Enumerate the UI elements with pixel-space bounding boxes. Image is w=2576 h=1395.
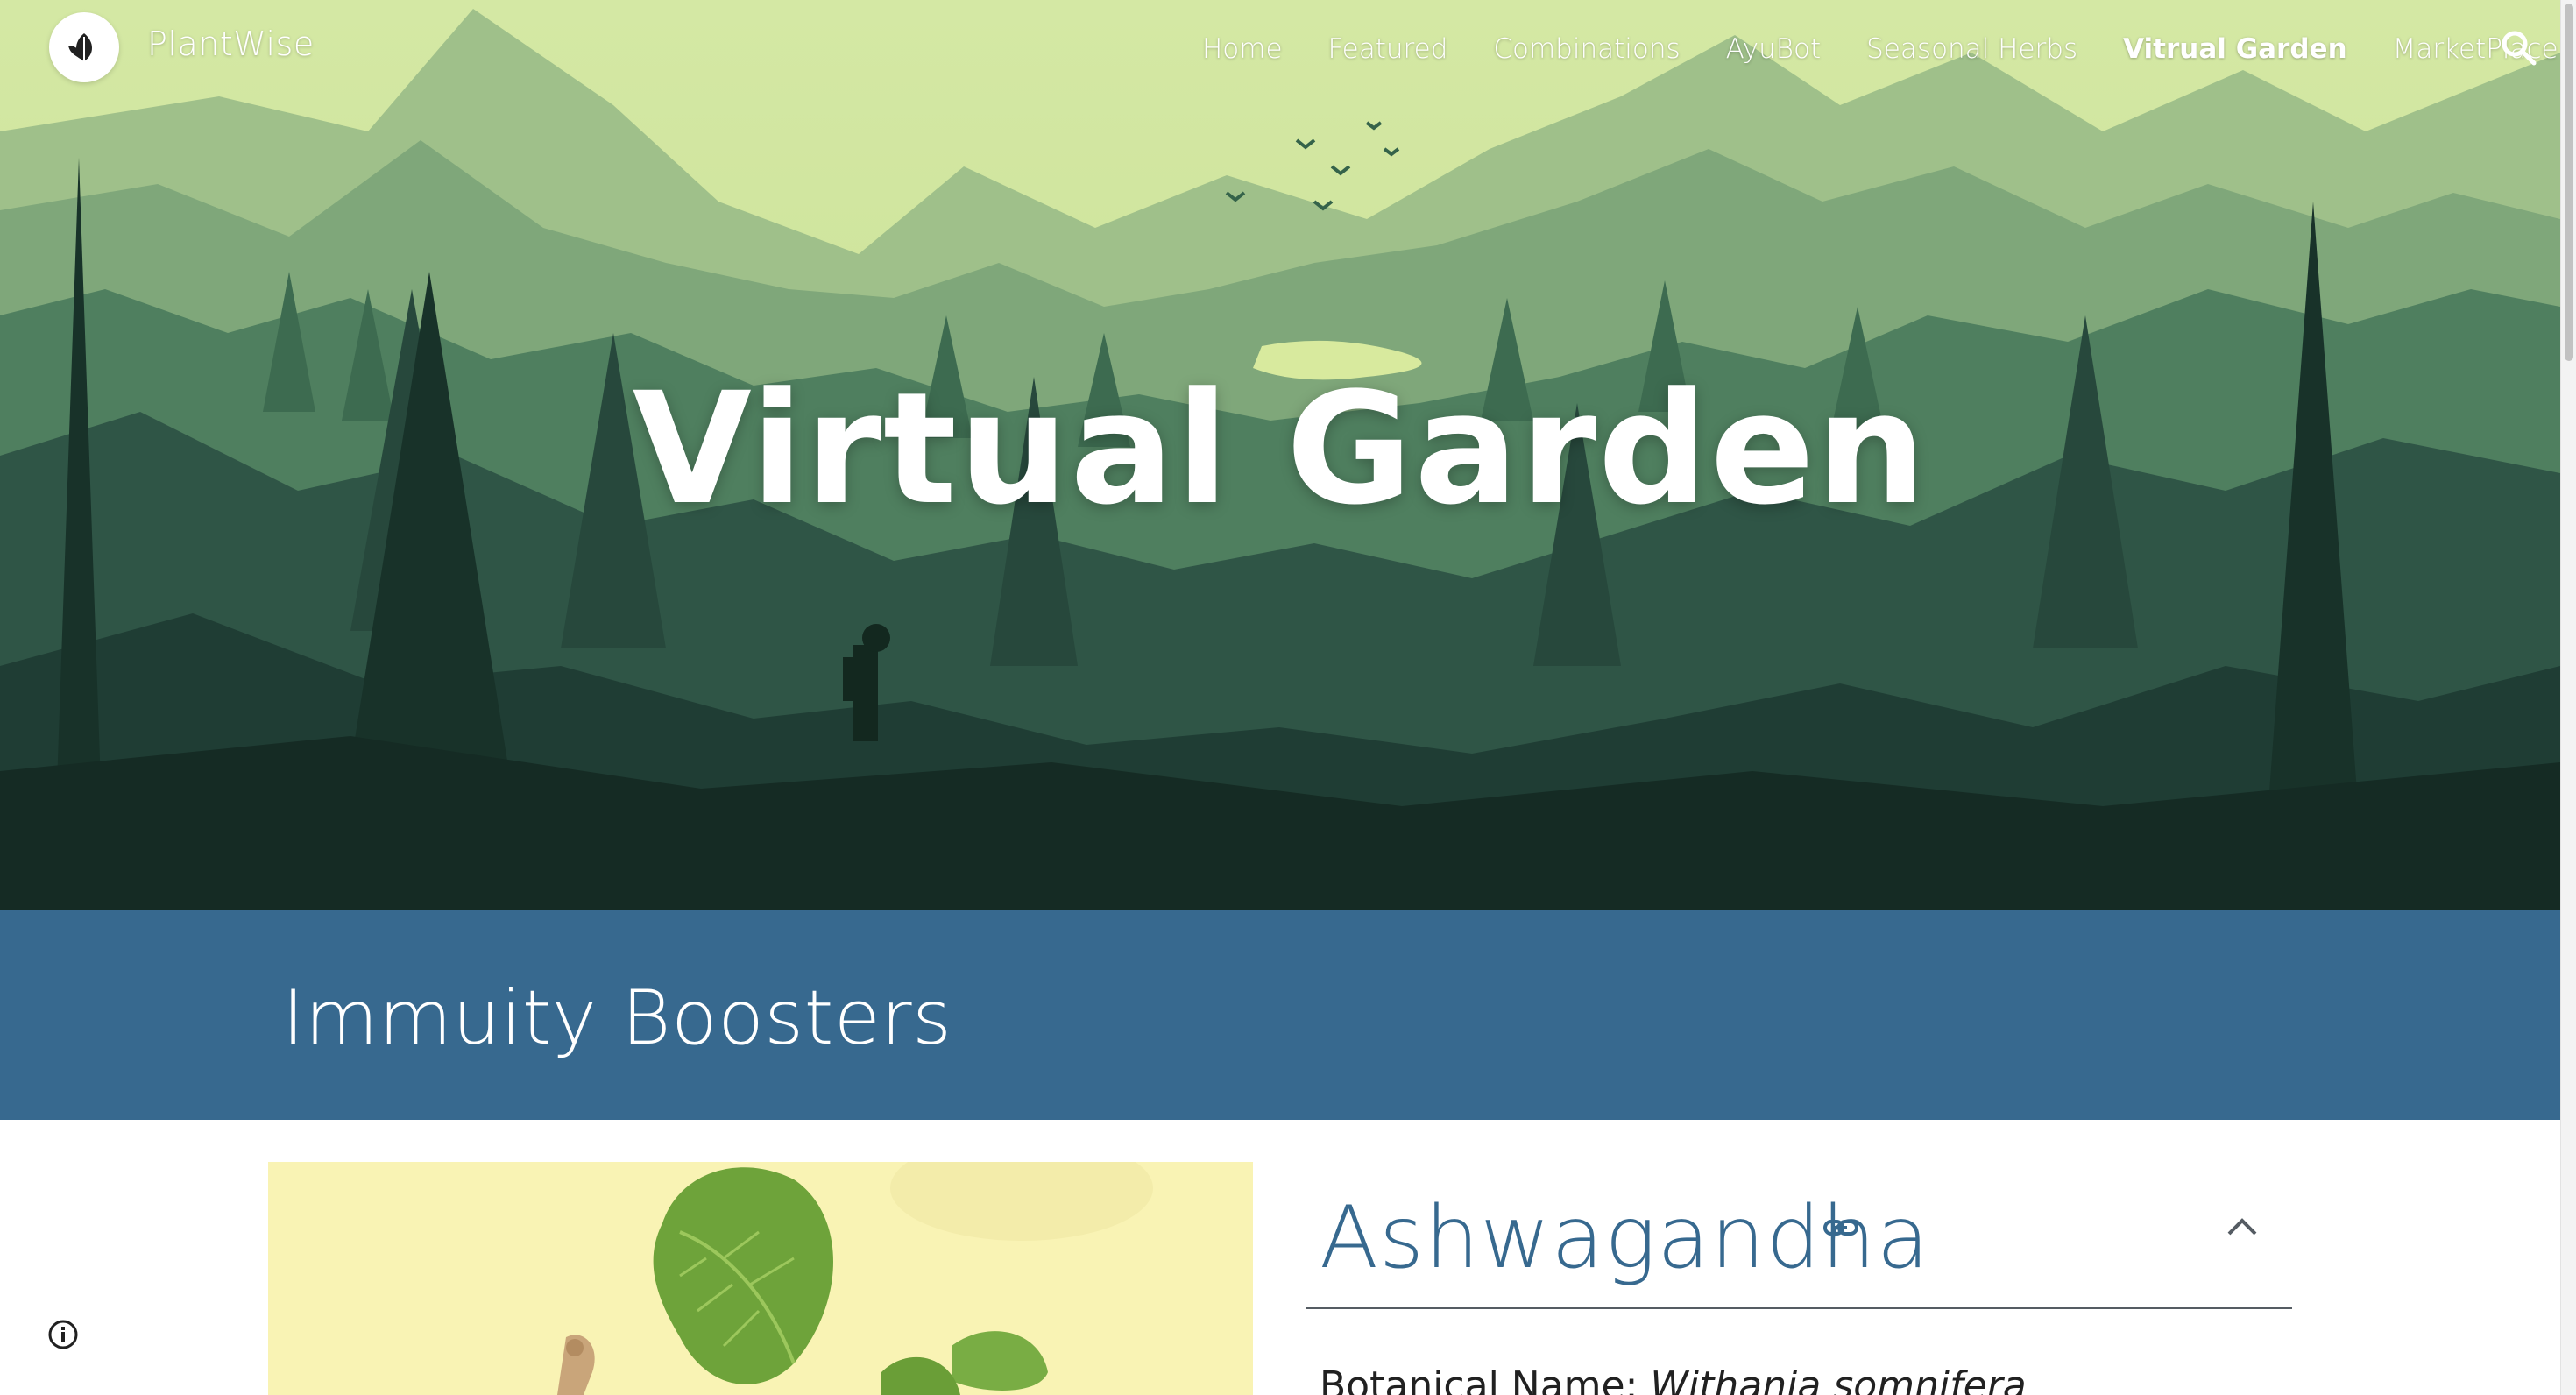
botanical-name-label: Botanical Name:	[1320, 1363, 1651, 1395]
herb-section-header: Ashwagandha	[1306, 1174, 2292, 1309]
site-name[interactable]: PlantWise	[147, 25, 315, 63]
nav-item-seasonal-herbs[interactable]: Seasonal Herbs	[1866, 33, 2077, 65]
main-navigation: Home Featured Combinations AyuBot Season…	[1202, 30, 2560, 68]
nav-item-combinations[interactable]: Combinations	[1493, 33, 1680, 65]
site-info-button[interactable]	[46, 1317, 81, 1352]
botanical-name: Botanical Name: Withania somnifera	[1320, 1363, 2027, 1395]
search-icon	[2502, 31, 2537, 66]
copy-heading-link-button[interactable]	[1822, 1209, 1859, 1246]
section-title: Immuity Boosters	[282, 974, 952, 1062]
info-icon	[48, 1320, 78, 1349]
ashwagandha-image	[268, 1162, 1253, 1395]
page-title: Virtual Garden	[632, 359, 1928, 539]
nav-item-featured[interactable]: Featured	[1328, 33, 1448, 65]
scrollbar-thumb[interactable]	[2565, 4, 2573, 361]
page-scrollbar[interactable]	[2560, 0, 2576, 1395]
chevron-up-icon	[2227, 1218, 2257, 1236]
nav-item-home[interactable]: Home	[1202, 33, 1283, 65]
nav-item-virtual-garden[interactable]: Vitrual Garden	[2123, 33, 2347, 65]
link-icon	[1823, 1220, 1858, 1236]
collapse-section-button[interactable]	[2224, 1209, 2261, 1246]
site-logo[interactable]	[49, 12, 119, 82]
nav-item-ayubot[interactable]: AyuBot	[1726, 33, 1822, 65]
site-header: PlantWise Home Featured Combinations Ayu…	[0, 0, 2560, 98]
herb-photo-illustration	[268, 1162, 1253, 1395]
hero-banner: PlantWise Home Featured Combinations Ayu…	[0, 0, 2560, 910]
search-button[interactable]	[2499, 28, 2539, 68]
leaf-icon	[68, 33, 92, 61]
botanical-name-value: Withania somnifera	[1650, 1363, 2027, 1395]
